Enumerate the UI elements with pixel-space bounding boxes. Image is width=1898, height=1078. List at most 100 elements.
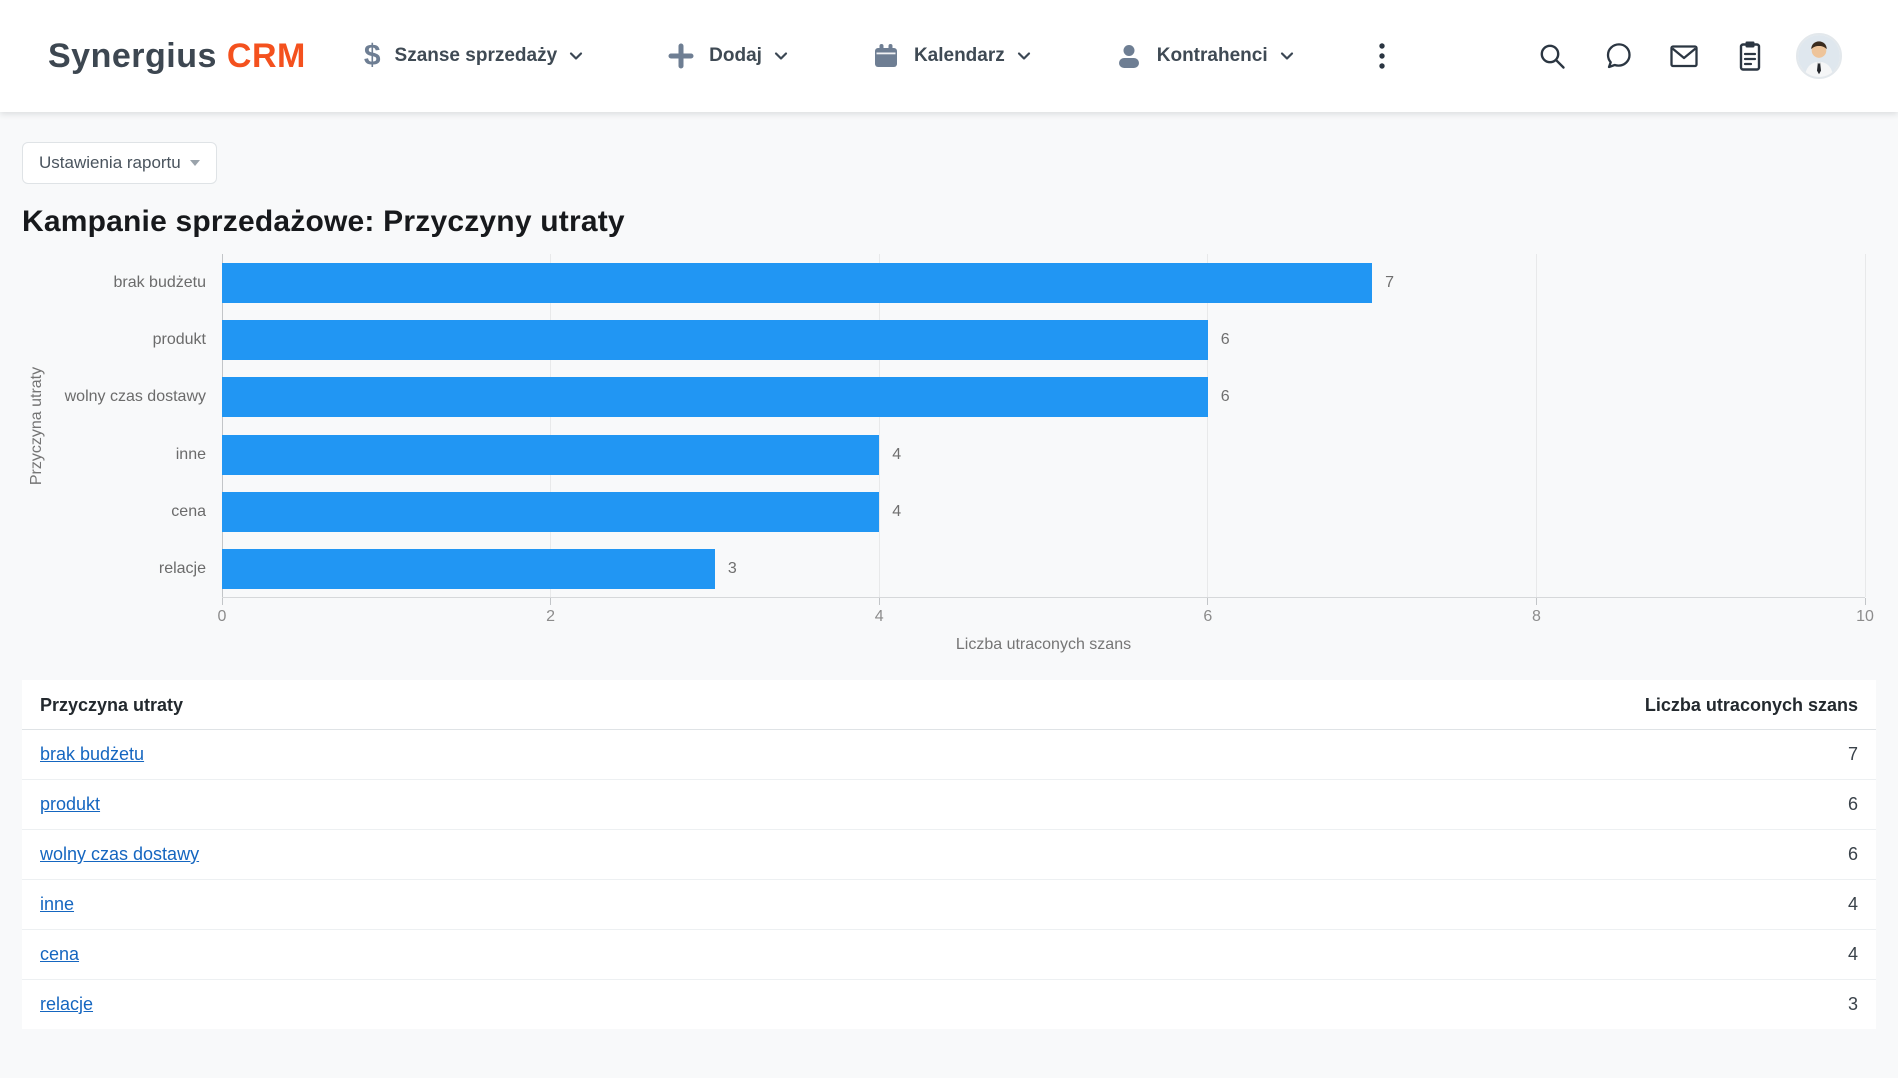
chart-x-axis: 0246810 xyxy=(222,598,1865,632)
column-header-count: Liczba utraconych szans xyxy=(836,680,1876,730)
report-table-card: Przyczyna utraty Liczba utraconych szans… xyxy=(22,680,1876,1029)
axis-tick-label: 4 xyxy=(875,608,884,626)
axis-tick-mark xyxy=(1865,598,1866,605)
axis-tick-label: 10 xyxy=(1856,608,1874,626)
logo-text-synergius: Synergius xyxy=(48,37,217,75)
report-settings-button[interactable]: Ustawienia raportu xyxy=(22,142,217,184)
category-label: produkt xyxy=(0,330,206,350)
menu-add[interactable]: Dodaj xyxy=(667,42,788,70)
bar-relacje[interactable] xyxy=(222,549,715,589)
reason-link[interactable]: relacje xyxy=(40,994,93,1014)
axis-tick-mark xyxy=(550,598,551,605)
axis-tick-label: 2 xyxy=(546,608,555,626)
count-cell: 6 xyxy=(836,830,1876,880)
category-label: brak budżetu xyxy=(0,273,206,293)
gridline xyxy=(550,254,551,597)
axis-tick-label: 6 xyxy=(1203,608,1212,626)
reason-cell: relacje xyxy=(22,980,836,1030)
count-cell: 4 xyxy=(836,930,1876,980)
bar-value-label: 6 xyxy=(1221,330,1230,350)
search-button[interactable] xyxy=(1536,40,1568,72)
user-avatar[interactable] xyxy=(1796,33,1842,79)
count-cell: 3 xyxy=(836,980,1876,1030)
app-logo[interactable]: Synergius CRM xyxy=(48,37,306,76)
column-header-reason: Przyczyna utraty xyxy=(22,680,836,730)
reason-link[interactable]: inne xyxy=(40,894,74,914)
axis-tick-mark xyxy=(1536,598,1537,605)
category-label: inne xyxy=(0,445,206,465)
chevron-down-icon xyxy=(1017,50,1031,62)
table-row: produkt 6 xyxy=(22,780,1876,830)
chat-icon xyxy=(1603,41,1633,71)
table-row: wolny czas dostawy 6 xyxy=(22,830,1876,880)
table-row: relacje 3 xyxy=(22,980,1876,1030)
chevron-down-icon xyxy=(569,50,583,62)
menu-contractors[interactable]: Kontrahenci xyxy=(1115,42,1294,70)
count-cell: 7 xyxy=(836,730,1876,780)
dollar-icon: $ xyxy=(364,41,381,71)
calendar-icon xyxy=(872,42,900,70)
bar-cena[interactable] xyxy=(222,492,879,532)
bar-value-label: 7 xyxy=(1385,273,1394,293)
category-label: wolny czas dostawy xyxy=(0,387,206,407)
chevron-down-icon xyxy=(1280,50,1294,62)
reason-cell: cena xyxy=(22,930,836,980)
axis-tick-mark xyxy=(1207,598,1208,605)
reason-link[interactable]: produkt xyxy=(40,794,100,814)
bar-wolny czas dostawy[interactable] xyxy=(222,377,1208,417)
mail-icon xyxy=(1668,41,1700,71)
table-row: inne 4 xyxy=(22,880,1876,930)
reason-link[interactable]: wolny czas dostawy xyxy=(40,844,199,864)
report-settings-label: Ustawienia raportu xyxy=(39,153,181,173)
kebab-vertical-icon xyxy=(1378,41,1386,71)
reason-link[interactable]: cena xyxy=(40,944,79,964)
table-row: cena 4 xyxy=(22,930,1876,980)
axis-tick-label: 8 xyxy=(1532,608,1541,626)
search-icon xyxy=(1537,41,1567,71)
menu-label: Szanse sprzedaży xyxy=(395,45,558,67)
plus-icon xyxy=(667,42,695,70)
axis-tick-mark xyxy=(879,598,880,605)
axis-tick-label: 0 xyxy=(218,608,227,626)
table-row: brak budżetu 7 xyxy=(22,730,1876,780)
category-label: cena xyxy=(0,502,206,522)
count-cell: 6 xyxy=(836,780,1876,830)
chart-category-labels: brak budżetu produkt wolny czas dostawy inn… xyxy=(0,254,210,598)
caret-down-icon xyxy=(190,160,200,166)
chart-x-axis-title: Liczba utraconych szans xyxy=(222,636,1865,654)
loss-reasons-bar-chart: Przyczyna utraty brak budżetuproduktwoln… xyxy=(0,254,1898,658)
axis-tick-mark xyxy=(222,598,223,605)
gridline xyxy=(222,254,223,597)
bar-inne[interactable] xyxy=(222,435,879,475)
bar-value-label: 6 xyxy=(1221,387,1230,407)
reason-cell: brak budżetu xyxy=(22,730,836,780)
clipboard-button[interactable] xyxy=(1734,40,1766,72)
bar-produkt[interactable] xyxy=(222,320,1208,360)
menu-label: Kalendarz xyxy=(914,45,1005,67)
menu-label: Kontrahenci xyxy=(1157,45,1268,67)
bar-brak budżetu[interactable] xyxy=(222,263,1372,303)
gridline xyxy=(1207,254,1208,597)
loss-reasons-table: Przyczyna utraty Liczba utraconych szans… xyxy=(22,680,1876,1029)
menu-calendar[interactable]: Kalendarz xyxy=(872,42,1031,70)
main-menu: $ Szanse sprzedaży Dodaj xyxy=(364,41,1386,71)
menu-sales-opportunities[interactable]: $ Szanse sprzedaży xyxy=(364,41,583,71)
table-header-row: Przyczyna utraty Liczba utraconych szans xyxy=(22,680,1876,730)
bar-value-label: 4 xyxy=(892,502,901,522)
reason-link[interactable]: brak budżetu xyxy=(40,744,144,764)
gridline xyxy=(879,254,880,597)
mail-button[interactable] xyxy=(1668,40,1700,72)
report-page: Ustawienia raportu Kampanie sprzedażowe:… xyxy=(0,112,1898,1029)
count-cell: 4 xyxy=(836,880,1876,930)
chat-button[interactable] xyxy=(1602,40,1634,72)
more-menu-button[interactable] xyxy=(1378,41,1386,71)
category-label: relacje xyxy=(0,559,206,579)
clipboard-icon xyxy=(1735,40,1765,72)
logo-text-crm: CRM xyxy=(227,37,306,75)
gridline xyxy=(1536,254,1537,597)
gridline xyxy=(1865,254,1866,597)
bar-value-label: 4 xyxy=(892,445,901,465)
bar-value-label: 3 xyxy=(728,559,737,579)
menu-label: Dodaj xyxy=(709,45,762,67)
reason-cell: inne xyxy=(22,880,836,930)
